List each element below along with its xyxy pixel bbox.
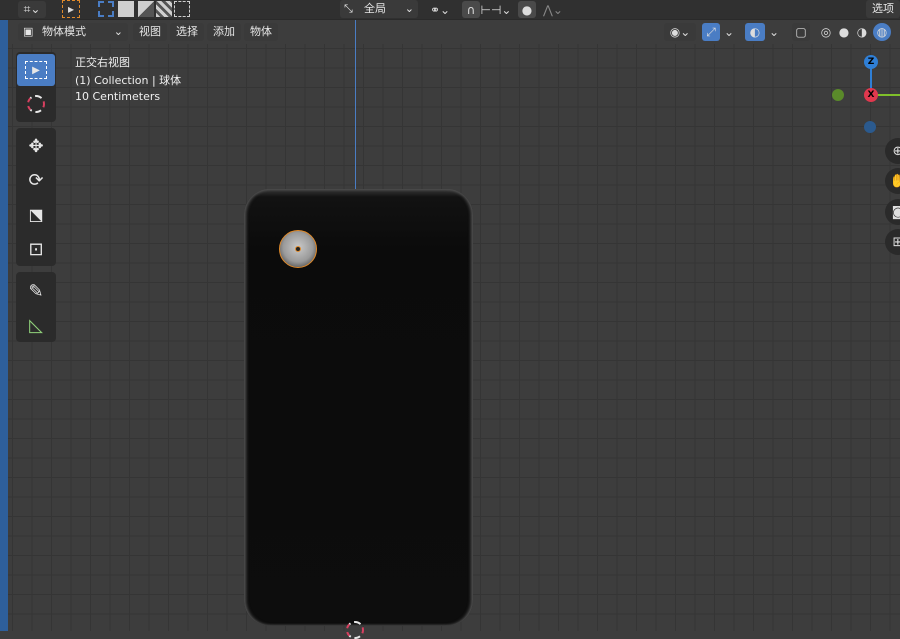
- rotate-tool[interactable]: ⟳: [17, 164, 55, 196]
- gizmo-x-axis[interactable]: X: [864, 88, 878, 102]
- viewport-header: ▣ 物体模式 ⌄ 视图 选择 添加 物体 ◉⌄ ⤢ ⌄ ◐ ⌄ ▢ ◎ ● ◑ …: [0, 20, 900, 44]
- grid-scale-label: 10 Centimeters: [75, 90, 161, 103]
- chevron-down-icon: ⌄: [113, 25, 123, 38]
- shading-material-icon[interactable]: ◑: [854, 23, 870, 41]
- select-tool-icon[interactable]: ▸: [62, 0, 80, 18]
- overlays-dropdown-icon[interactable]: ⌄: [767, 23, 781, 41]
- gizmo-neg-y-axis[interactable]: [832, 89, 844, 101]
- snap-target-icon[interactable]: ⊢⊣⌄: [481, 1, 512, 18]
- orientation-icon: ⤡: [344, 2, 353, 15]
- cursor-tool[interactable]: [17, 88, 55, 120]
- transform-orientation-dropdown[interactable]: ⤡ 全局 ⌄: [340, 0, 418, 18]
- menu-object[interactable]: 物体: [244, 23, 278, 41]
- options-button[interactable]: 选项: [866, 0, 900, 18]
- scale-tool[interactable]: ⬔: [17, 198, 55, 230]
- menu-add[interactable]: 添加: [207, 23, 241, 41]
- scale-icon: ⬔: [28, 204, 44, 224]
- measure-tool[interactable]: ◺: [17, 309, 55, 341]
- z-axis-line: [355, 20, 356, 190]
- move-icon: ✥: [28, 135, 44, 157]
- 3d-cursor-icon[interactable]: [346, 621, 364, 639]
- menu-view[interactable]: 视图: [133, 23, 167, 41]
- rotate-icon: ⟳: [28, 169, 44, 191]
- shading-solid-icon[interactable]: ●: [836, 23, 852, 41]
- move-tool[interactable]: ✥: [17, 130, 55, 162]
- overlays-toggle-icon[interactable]: ◐: [745, 23, 765, 41]
- gizmo-y-line: [876, 94, 900, 96]
- orientation-label: 全局: [364, 2, 386, 15]
- menu-select[interactable]: 选择: [170, 23, 204, 41]
- mode-dropdown[interactable]: ▣ 物体模式 ⌄: [18, 23, 128, 41]
- shading-rendered-icon[interactable]: ◍: [873, 23, 891, 41]
- pivot-point-icon[interactable]: ⚭⌄: [426, 1, 454, 18]
- transform-tool[interactable]: ⊡: [17, 233, 55, 265]
- select-mode-subtract-icon[interactable]: [138, 1, 154, 17]
- transform-icon: ⊡: [28, 238, 44, 260]
- snap-toggle-icon[interactable]: ∩: [462, 1, 480, 18]
- falloff-icon[interactable]: ⋀⌄: [538, 1, 568, 18]
- proportional-edit-icon[interactable]: ●: [518, 1, 536, 18]
- top-toolbar: ⌗⌄ ▸ ⤡ 全局 ⌄ ⚭⌄ ∩ ⊢⊣⌄ ● ⋀⌄ 选项: [0, 0, 900, 20]
- xray-toggle-icon[interactable]: ▢: [792, 23, 810, 41]
- collection-label: (1) Collection | 球体: [75, 74, 182, 87]
- select-box-tool[interactable]: ▶: [17, 54, 55, 86]
- gizmo-dropdown-icon[interactable]: ⌄: [722, 23, 736, 41]
- select-mode-invert-icon[interactable]: [156, 1, 172, 17]
- object-mode-icon: ▣: [23, 25, 34, 38]
- shading-wireframe-icon[interactable]: ◎: [818, 23, 834, 41]
- chevron-down-icon: ⌄: [404, 2, 414, 15]
- cursor-icon: [27, 95, 45, 113]
- object-origin-dot: [295, 246, 301, 252]
- select-mode-intersect-icon[interactable]: [174, 1, 190, 17]
- view-name-label: 正交右视图: [75, 56, 130, 69]
- select-box-icon: ▶: [25, 61, 47, 79]
- visibility-icon[interactable]: ◉⌄: [664, 23, 696, 41]
- gizmo-neg-z-axis[interactable]: [864, 121, 876, 133]
- phone-body-object[interactable]: [244, 189, 473, 626]
- select-mode-extend-icon[interactable]: [118, 1, 134, 17]
- annotate-icon: ✎: [28, 280, 44, 302]
- mode-label: 物体模式: [42, 25, 86, 38]
- select-mode-new-icon[interactable]: [98, 1, 114, 17]
- nav-gizmo[interactable]: Z X: [826, 50, 900, 140]
- annotate-tool[interactable]: ✎: [17, 275, 55, 307]
- gizmo-z-axis[interactable]: Z: [864, 55, 878, 69]
- measure-icon: ◺: [29, 314, 43, 336]
- left-panel-edge: [0, 20, 8, 631]
- sphere-object-selected[interactable]: [279, 230, 317, 268]
- editor-type-icon[interactable]: ⌗⌄: [18, 1, 46, 18]
- gizmo-toggle-icon[interactable]: ⤢: [702, 23, 720, 41]
